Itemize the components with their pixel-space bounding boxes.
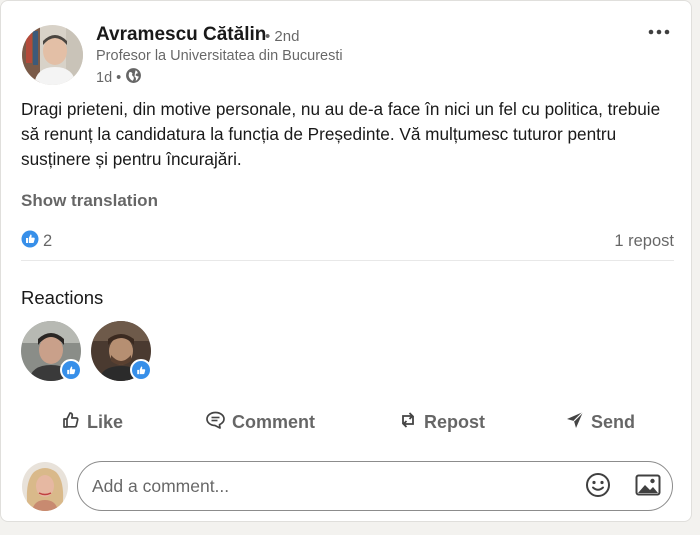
more-options-button[interactable] bbox=[644, 19, 674, 43]
repost-label: Repost bbox=[424, 411, 486, 432]
post-card: Avramescu Cătălin • 2nd Profesor la Univ… bbox=[0, 0, 692, 522]
show-translation-link[interactable]: Show translation bbox=[21, 191, 158, 211]
comment-box[interactable] bbox=[77, 461, 673, 511]
emoji-button[interactable] bbox=[584, 472, 612, 503]
like-button[interactable]: Like bbox=[61, 401, 123, 443]
send-button[interactable]: Send bbox=[565, 401, 635, 443]
connection-degree: • 2nd bbox=[265, 28, 300, 45]
action-bar: Like Comment Repost Send bbox=[21, 401, 674, 443]
reactor-avatar[interactable] bbox=[21, 321, 82, 381]
divider bbox=[21, 260, 674, 261]
comment-button[interactable]: Comment bbox=[205, 401, 315, 443]
image-icon bbox=[635, 473, 661, 502]
image-button[interactable] bbox=[634, 473, 662, 501]
repost-icon bbox=[398, 410, 418, 435]
send-icon bbox=[565, 410, 585, 435]
globe-icon bbox=[125, 67, 142, 88]
like-label: Like bbox=[87, 411, 124, 432]
post-time: 1d • bbox=[96, 69, 122, 86]
social-counts: 2 1 repost bbox=[21, 229, 674, 253]
like-icon bbox=[21, 230, 39, 253]
thumbs-up-icon bbox=[61, 410, 81, 435]
more-horizontal-icon bbox=[648, 22, 670, 40]
emoji-icon bbox=[585, 472, 611, 503]
like-icon bbox=[130, 359, 152, 381]
author-name[interactable]: Avramescu Cătălin bbox=[96, 24, 266, 46]
comment-input[interactable] bbox=[90, 474, 564, 498]
reaction-count[interactable]: 2 bbox=[21, 230, 52, 253]
repost-button[interactable]: Repost bbox=[398, 401, 485, 443]
comment-label: Comment bbox=[232, 411, 316, 432]
like-icon bbox=[60, 359, 82, 381]
comment-icon bbox=[205, 410, 226, 435]
send-label: Send bbox=[591, 411, 636, 432]
post-meta: 1d • bbox=[96, 67, 142, 88]
repost-count[interactable]: 1 repost bbox=[614, 232, 674, 251]
reactions-title: Reactions bbox=[21, 287, 104, 308]
current-user-avatar[interactable] bbox=[22, 462, 68, 511]
author-avatar[interactable] bbox=[22, 25, 83, 85]
reaction-count-value: 2 bbox=[43, 231, 53, 250]
author-headline: Profesor la Universitatea din Bucuresti bbox=[96, 48, 343, 64]
post-text: Dragi prieteni, din motive personale, nu… bbox=[21, 99, 661, 169]
reactor-avatar[interactable] bbox=[91, 321, 152, 381]
